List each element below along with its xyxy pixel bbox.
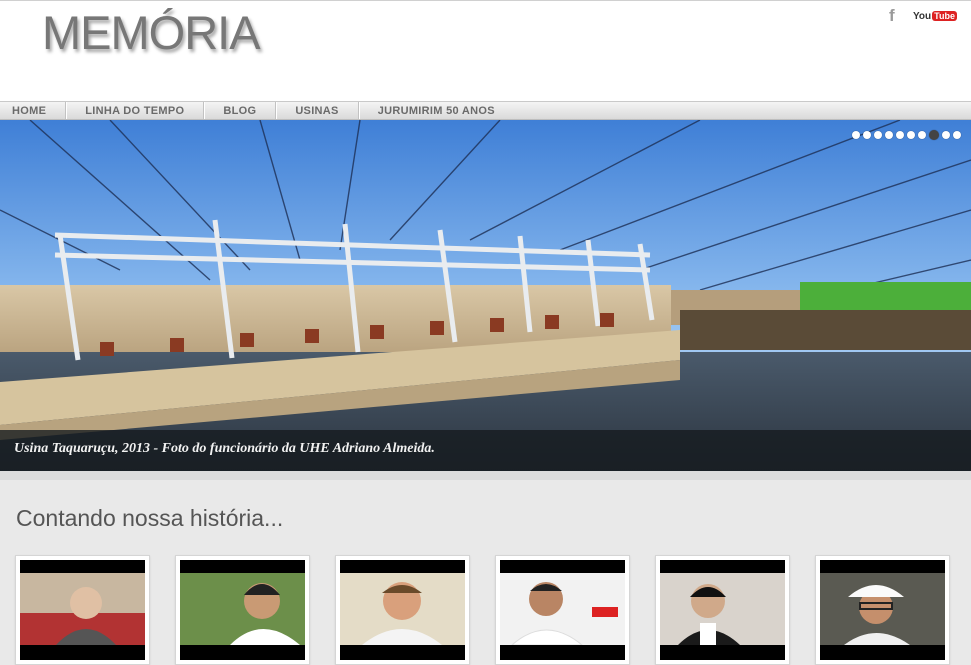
person-photo <box>660 573 785 645</box>
divider <box>0 471 971 480</box>
slider-caption: Usina Taquaruçu, 2013 - Foto do funcioná… <box>0 430 971 471</box>
video-thumb-5[interactable] <box>655 555 790 665</box>
facebook-icon[interactable]: f <box>889 7 901 24</box>
person-photo <box>180 573 305 645</box>
youtube-tube: Tube <box>932 11 957 21</box>
video-thumb-6[interactable] <box>815 555 950 665</box>
slider-dot-7[interactable] <box>918 131 926 139</box>
video-frame <box>500 560 625 660</box>
site-logo[interactable]: MEMÓRIA <box>42 5 261 60</box>
video-thumb-1[interactable] <box>15 555 150 665</box>
video-thumb-3[interactable] <box>335 555 470 665</box>
slider-dot-4[interactable] <box>885 131 893 139</box>
hero-slider[interactable]: Usina Taquaruçu, 2013 - Foto do funcioná… <box>0 120 971 471</box>
video-frame <box>660 560 785 660</box>
social-links: f You Tube <box>889 7 957 24</box>
slider-dot-10[interactable] <box>953 131 961 139</box>
dam-photo <box>0 120 971 471</box>
person-photo <box>20 573 145 645</box>
main-nav: HOME LINHA DO TEMPO BLOG USINAS JURUMIRI… <box>0 101 971 120</box>
slider-dot-3[interactable] <box>874 131 882 139</box>
video-frame <box>20 560 145 660</box>
slider-dot-9[interactable] <box>942 131 950 139</box>
video-thumb-2[interactable] <box>175 555 310 665</box>
nav-linha-do-tempo[interactable]: LINHA DO TEMPO <box>66 102 205 119</box>
person-photo <box>500 573 625 645</box>
slider-dot-6[interactable] <box>907 131 915 139</box>
video-thumb-4[interactable] <box>495 555 630 665</box>
video-thumbnails <box>15 555 950 665</box>
slider-pagination <box>852 130 961 140</box>
youtube-icon[interactable]: You Tube <box>913 11 957 22</box>
person-photo <box>820 573 945 645</box>
slider-dot-8[interactable] <box>929 130 939 140</box>
video-frame <box>180 560 305 660</box>
nav-jurumirim-50-anos[interactable]: JURUMIRIM 50 ANOS <box>359 102 514 119</box>
youtube-you: You <box>913 10 932 22</box>
slider-dot-1[interactable] <box>852 131 860 139</box>
video-frame <box>340 560 465 660</box>
section-title: Contando nossa história... <box>16 505 284 531</box>
header: MEMÓRIA f You Tube <box>0 0 971 101</box>
slider-dot-2[interactable] <box>863 131 871 139</box>
nav-home[interactable]: HOME <box>0 102 67 119</box>
video-frame <box>820 560 945 660</box>
slider-dot-5[interactable] <box>896 131 904 139</box>
nav-blog[interactable]: BLOG <box>204 102 277 119</box>
nav-usinas[interactable]: USINAS <box>276 102 359 119</box>
caption-text: Usina Taquaruçu, 2013 - Foto do funcioná… <box>14 441 435 456</box>
person-photo <box>340 573 465 645</box>
